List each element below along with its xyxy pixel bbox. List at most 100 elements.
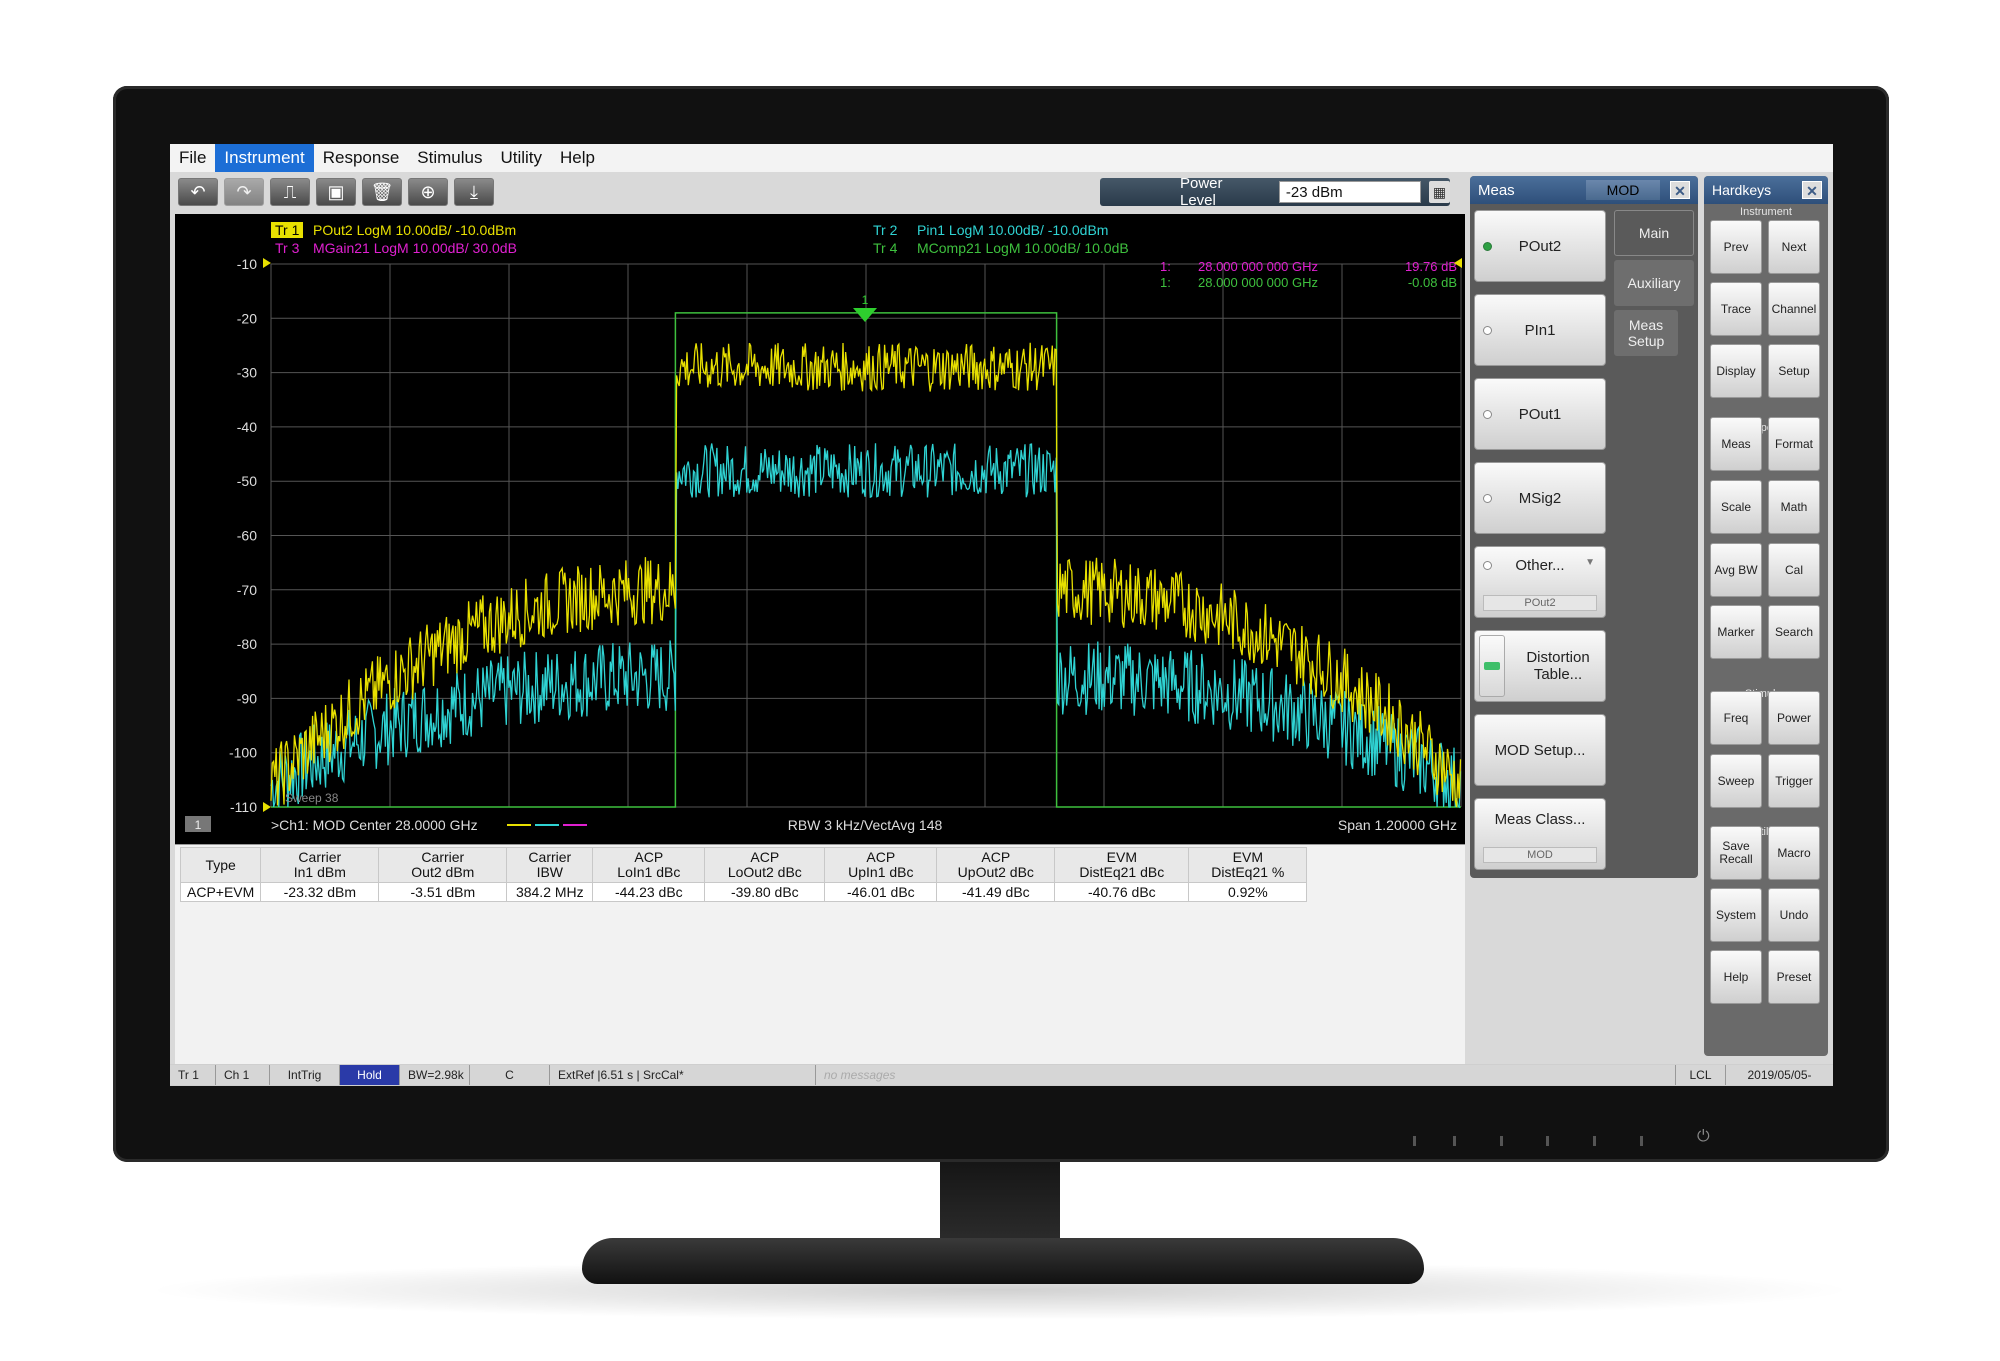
tr1-label[interactable]: POut2 LogM 10.00dB/ -10.0dBm	[313, 222, 516, 238]
bezel-button	[1500, 1136, 1503, 1146]
hardkey-avg-bw[interactable]: Avg BW	[1710, 543, 1762, 597]
hardkey-save-recall[interactable]: Save Recall	[1710, 826, 1762, 880]
copy-icon[interactable]: ▣	[316, 178, 356, 206]
menu-utility[interactable]: Utility	[491, 144, 551, 172]
status-ref[interactable]: ExtRef |6.51 s | SrcCal*	[550, 1065, 816, 1085]
table-cell: -46.01 dBc	[824, 882, 938, 902]
span-label: Span 1.20000 GHz	[1338, 817, 1457, 833]
header-line: ACP	[866, 849, 896, 865]
hardkey-search[interactable]: Search	[1768, 605, 1820, 659]
menu-response[interactable]: Response	[314, 144, 409, 172]
header-line: UpIn1 dBc	[848, 864, 914, 880]
meas-msig2-button[interactable]: MSig2	[1474, 462, 1606, 534]
table-cell: -40.76 dBc	[1054, 882, 1190, 902]
hardkeys-panel: Hardkeys ✕ Instrument Response Stimulus …	[1704, 176, 1828, 1056]
y-tick-label: -90	[237, 690, 257, 706]
tr3-id[interactable]: Tr 3	[275, 240, 300, 256]
tr4-id[interactable]: Tr 4	[873, 240, 898, 256]
undo-icon[interactable]: ↶	[178, 178, 218, 206]
toggle-indicator-icon	[1484, 662, 1500, 670]
header-line: DistEq21 %	[1211, 864, 1285, 880]
hardkey-power[interactable]: Power	[1768, 691, 1820, 745]
marker1-value: 19.76 dB	[1405, 259, 1457, 274]
hardkey-math[interactable]: Math	[1768, 480, 1820, 534]
power-level-label: Power Level	[1180, 175, 1223, 209]
hardkey-macro[interactable]: Macro	[1768, 826, 1820, 880]
status-cal[interactable]: C	[470, 1065, 550, 1085]
close-icon[interactable]: ✕	[1802, 181, 1822, 199]
hardkey-help[interactable]: Help	[1710, 950, 1762, 1004]
tr2-id[interactable]: Tr 2	[873, 222, 898, 238]
bezel-button	[1640, 1136, 1643, 1146]
mod-setup-button[interactable]: MOD Setup...	[1474, 714, 1606, 786]
header-line: ACP	[634, 849, 664, 865]
meas-pout1-button[interactable]: POut1	[1474, 378, 1606, 450]
marker2-value: -0.08 dB	[1408, 275, 1457, 290]
channel-center-label: >Ch1: MOD Center 28.0000 GHz	[271, 817, 478, 833]
hardkey-next[interactable]: Next	[1768, 220, 1820, 274]
distortion-table-button[interactable]: Distortion Table...	[1474, 630, 1606, 702]
tab-main[interactable]: Main	[1614, 210, 1694, 256]
status-trace[interactable]: Tr 1	[170, 1065, 216, 1085]
header-line: In1 dBm	[293, 864, 346, 880]
status-bw[interactable]: BW=2.98k	[400, 1065, 470, 1085]
close-icon[interactable]: ✕	[1670, 181, 1690, 199]
hardkey-freq[interactable]: Freq	[1710, 691, 1762, 745]
save-icon[interactable]: ⤓	[454, 178, 494, 206]
hardkey-meas[interactable]: Meas	[1710, 417, 1762, 471]
status-datetime: 2019/05/05-02:53	[1726, 1065, 1833, 1085]
tr2-label[interactable]: Pin1 LogM 10.00dB/ -10.0dBm	[917, 222, 1108, 238]
marker-triangle-icon[interactable]	[853, 308, 877, 322]
meas-pout2-button[interactable]: POut2	[1474, 210, 1606, 282]
hardkey-scale[interactable]: Scale	[1710, 480, 1762, 534]
hardkey-channel[interactable]: Channel	[1768, 282, 1820, 336]
bezel-button	[1413, 1136, 1416, 1146]
button-label: MSig2	[1518, 489, 1562, 507]
hardkey-system[interactable]: System	[1710, 888, 1762, 942]
bezel-button	[1546, 1136, 1549, 1146]
marker-icon[interactable]: ⎍	[270, 178, 310, 206]
button-label: Meas Class...	[1494, 811, 1586, 828]
menu-stimulus[interactable]: Stimulus	[408, 144, 491, 172]
tab-auxiliary[interactable]: Auxiliary	[1614, 260, 1694, 306]
hardkey-trace[interactable]: Trace	[1710, 282, 1762, 336]
meas-pin1-button[interactable]: PIn1	[1474, 294, 1606, 366]
table-cell: -23.32 dBm	[260, 882, 380, 902]
hardkey-marker[interactable]: Marker	[1710, 605, 1762, 659]
meas-other-button[interactable]: Other... ▼ POut2	[1474, 546, 1606, 618]
hardkey-format[interactable]: Format	[1768, 417, 1820, 471]
redo-icon[interactable]: ↷	[224, 178, 264, 206]
rbw-label: RBW 3 kHz/VectAvg 148	[788, 817, 943, 833]
menu-file[interactable]: File	[170, 144, 215, 172]
status-trigger[interactable]: IntTrig	[270, 1065, 340, 1085]
keypad-icon[interactable]: ▦	[1428, 181, 1450, 203]
hardkey-prev[interactable]: Prev	[1710, 220, 1762, 274]
delete-icon[interactable]: 🗑	[362, 178, 402, 206]
radio-icon	[1483, 410, 1492, 419]
header-line: Carrier	[421, 849, 465, 865]
trace-plot[interactable]: -10 -20 -30 -40 -50 -60 -70 -80 -90 -100 -110 Tr 1…	[175, 214, 1465, 844]
hardkey-undo[interactable]: Undo	[1768, 888, 1820, 942]
power-level-input[interactable]: -23 dBm	[1278, 181, 1421, 203]
tr3-label[interactable]: MGain21 LogM 10.00dB/ 30.0dB	[313, 240, 517, 256]
meas-tabs: Main Auxiliary Meas Setup	[1614, 210, 1694, 360]
status-lcl: LCL	[1676, 1065, 1726, 1085]
y-tick-label: -60	[237, 528, 257, 544]
status-hold[interactable]: Hold	[340, 1065, 400, 1085]
tr4-label[interactable]: MComp21 LogM 10.00dB/ 10.0dB	[917, 240, 1129, 256]
meas-class-button[interactable]: Meas Class... MOD	[1474, 798, 1606, 870]
table-header: ACP UpOut2 dBc	[936, 847, 1056, 883]
header-line: LoOut2 dBc	[727, 864, 802, 880]
hardkey-trigger[interactable]: Trigger	[1768, 754, 1820, 808]
hardkey-preset[interactable]: Preset	[1768, 950, 1820, 1004]
status-channel[interactable]: Ch 1	[216, 1065, 270, 1085]
table-header: Carrier In1 dBm	[260, 847, 380, 883]
hardkey-sweep[interactable]: Sweep	[1710, 754, 1762, 808]
hardkey-setup[interactable]: Setup	[1768, 344, 1820, 398]
hardkey-cal[interactable]: Cal	[1768, 543, 1820, 597]
tab-meas-setup[interactable]: Meas Setup	[1614, 310, 1678, 356]
menu-help[interactable]: Help	[551, 144, 604, 172]
hardkey-display[interactable]: Display	[1710, 344, 1762, 398]
zoom-icon[interactable]: ⊕	[408, 178, 448, 206]
menu-instrument[interactable]: Instrument	[215, 144, 314, 172]
